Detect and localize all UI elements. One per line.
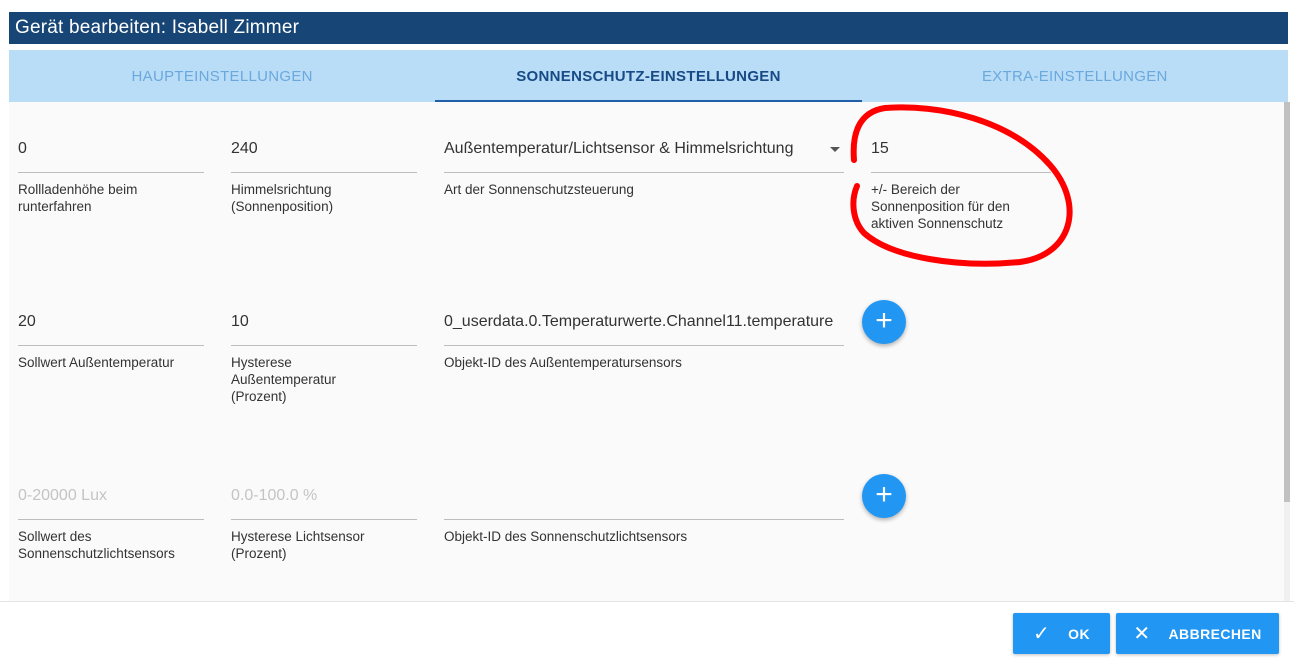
scrollbar[interactable]: [1284, 102, 1290, 601]
close-icon: ✕: [1133, 623, 1151, 645]
light-sensor-input[interactable]: [444, 483, 844, 520]
scrollbar-thumb[interactable]: [1284, 102, 1290, 502]
light-setpoint-input[interactable]: 0-20000 Lux: [18, 483, 204, 520]
blind-height-input[interactable]: 0: [18, 136, 204, 173]
tab-bar: HAUPTEINSTELLUNGEN SONNENSCHUTZ-EINSTELL…: [9, 50, 1288, 102]
plus-icon: +: [875, 478, 893, 511]
plus-icon: +: [875, 304, 893, 337]
light-setpoint-field: 0-20000 Lux Sollwert des Sonnenschutzlic…: [18, 483, 204, 562]
light-hysteresis-field: 0.0-100.0 % Hysterese Lichtsensor (Proze…: [231, 483, 417, 562]
tab-sonnenschutz-einstellungen[interactable]: SONNENSCHUTZ-EINSTELLUNGEN: [435, 50, 862, 102]
temp-setpoint-label: Sollwert Außentemperatur: [18, 355, 175, 370]
protection-type-select[interactable]: Außentemperatur/Lichtsensor & Himmelsric…: [444, 136, 844, 173]
cancel-button-label: ABBRECHEN: [1168, 625, 1262, 642]
temp-sensor-label: Objekt-ID des Außentemperatursensors: [444, 355, 682, 370]
settings-panel: 0 Rollladenhöhe beim runterfahren 240 Hi…: [9, 102, 1284, 601]
tab-haupteinstellungen[interactable]: HAUPTEINSTELLUNGEN: [9, 50, 435, 102]
blind-height-field: 0 Rollladenhöhe beim runterfahren: [18, 136, 204, 215]
add-light-sensor-button[interactable]: +: [862, 474, 906, 518]
dialog-title: Gerät bearbeiten: Isabell Zimmer: [9, 12, 1288, 44]
protection-type-label: Art der Sonnenschutzsteuerung: [444, 182, 634, 197]
sun-range-field: 15 +/- Bereich der Sonnenposition für de…: [871, 136, 1051, 232]
sun-range-label: +/- Bereich der Sonnenposition für den a…: [871, 182, 1010, 231]
sun-direction-input[interactable]: 240: [231, 136, 417, 173]
dialog-footer: ✓ OK ✕ ABBRECHEN: [0, 602, 1294, 662]
temp-sensor-field: 0_userdata.0.Temperaturwerte.Channel11.t…: [444, 309, 844, 371]
temp-hysteresis-label: Hysterese Außentemperatur (Prozent): [231, 355, 337, 404]
light-setpoint-label: Sollwert des Sonnenschutzlichtsensors: [18, 529, 175, 561]
temp-setpoint-input[interactable]: 20: [18, 309, 204, 346]
blind-height-label: Rollladenhöhe beim runterfahren: [18, 182, 138, 214]
tab-extra-einstellungen[interactable]: EXTRA-EINSTELLUNGEN: [862, 50, 1288, 102]
sun-range-input[interactable]: 15: [871, 136, 1051, 173]
add-temp-sensor-button[interactable]: +: [862, 300, 906, 344]
ok-button[interactable]: ✓ OK: [1013, 613, 1110, 654]
light-hysteresis-label: Hysterese Lichtsensor (Prozent): [231, 529, 365, 561]
temp-sensor-input[interactable]: 0_userdata.0.Temperaturwerte.Channel11.t…: [444, 309, 844, 346]
sun-direction-label: Himmelsrichtung (Sonnenposition): [231, 182, 334, 214]
temp-hysteresis-input[interactable]: 10: [231, 309, 417, 346]
ok-button-label: OK: [1068, 625, 1090, 642]
temp-setpoint-field: 20 Sollwert Außentemperatur: [18, 309, 204, 371]
light-sensor-label: Objekt-ID des Sonnenschutzlichtsensors: [444, 529, 688, 544]
light-sensor-field: Objekt-ID des Sonnenschutzlichtsensors: [444, 483, 844, 545]
cancel-button[interactable]: ✕ ABBRECHEN: [1116, 613, 1279, 654]
temp-hysteresis-field: 10 Hysterese Außentemperatur (Prozent): [231, 309, 417, 405]
light-hysteresis-input[interactable]: 0.0-100.0 %: [231, 483, 417, 520]
sun-direction-field: 240 Himmelsrichtung (Sonnenposition): [231, 136, 417, 215]
protection-type-field: Außentemperatur/Lichtsensor & Himmelsric…: [444, 136, 844, 198]
protection-type-value: Außentemperatur/Lichtsensor & Himmelsric…: [444, 140, 794, 157]
check-icon: ✓: [1033, 623, 1051, 645]
dropdown-arrow-icon: [830, 147, 840, 152]
